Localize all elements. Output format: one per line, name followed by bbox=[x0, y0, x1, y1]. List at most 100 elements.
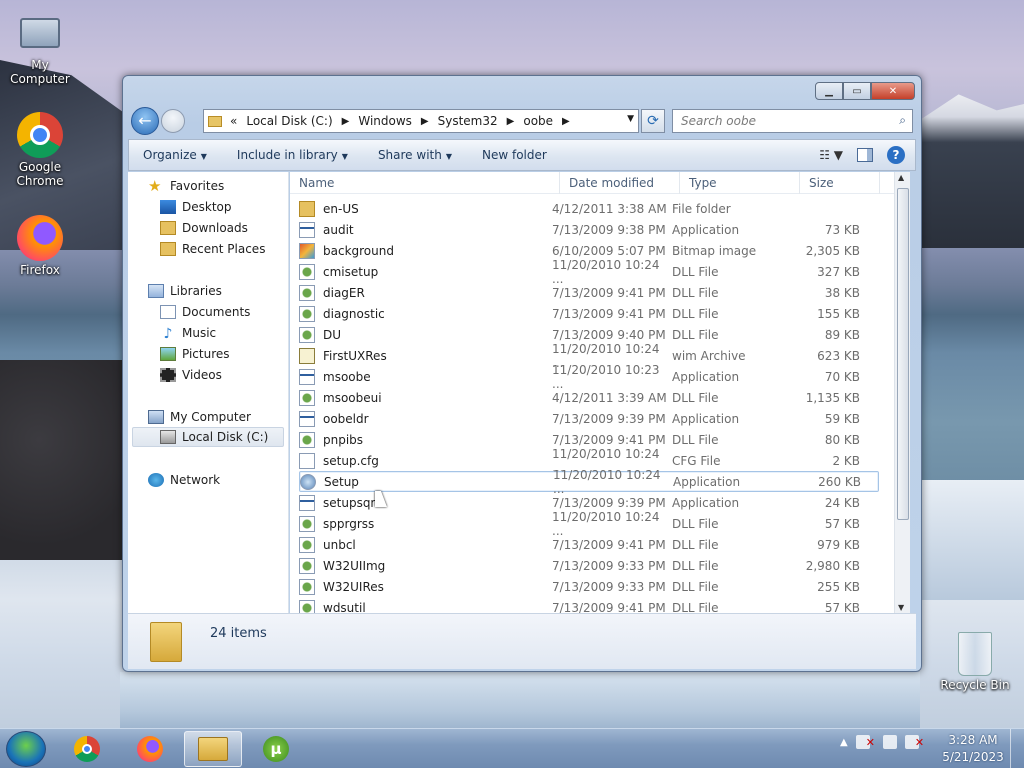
desktop-icon-my-computer[interactable]: My Computer bbox=[0, 10, 80, 86]
file-row[interactable]: Setup 11/20/2010 10:24 ... Application 260 … bbox=[299, 468, 879, 496]
refresh-button[interactable]: ⟳ bbox=[641, 109, 665, 133]
change-view-icon[interactable]: ☷ ▼ bbox=[819, 148, 843, 162]
file-size: 255 KB bbox=[817, 579, 860, 594]
include-in-library-label: Include in library bbox=[236, 148, 338, 162]
scrollbar-thumb[interactable] bbox=[897, 188, 909, 520]
file-size: 979 KB bbox=[817, 537, 860, 552]
nav-libraries[interactable]: Libraries bbox=[148, 281, 222, 301]
chevron-right-icon[interactable]: ▶ bbox=[342, 116, 350, 127]
file-type: DLL File bbox=[672, 600, 719, 614]
file-row[interactable]: unbcl 7/13/2009 9:41 PM DLL File 979 KB bbox=[299, 534, 879, 555]
file-date: 7/13/2009 9:41 PM bbox=[552, 285, 666, 300]
file-size: 70 KB bbox=[824, 369, 860, 384]
file-name: diagnostic bbox=[323, 306, 385, 321]
chevron-down-icon: ▼ bbox=[445, 152, 452, 161]
file-name-cell: oobeldr bbox=[299, 410, 552, 427]
file-row[interactable]: en-US 4/12/2011 3:38 AM File folder bbox=[299, 198, 879, 219]
breadcrumb-oobe[interactable]: oobe ▶ bbox=[523, 114, 569, 128]
file-row[interactable]: spprgrss 11/20/2010 10:24 ... DLL File 57 K… bbox=[299, 510, 879, 538]
nav-label: Network bbox=[170, 473, 221, 487]
chevron-down-icon: ▼ bbox=[341, 152, 348, 161]
file-name-cell: pnpibs bbox=[299, 431, 552, 448]
nav-pictures[interactable]: Pictures bbox=[160, 344, 230, 364]
help-icon[interactable]: ? bbox=[887, 146, 905, 164]
nav-my-computer[interactable]: My Computer bbox=[148, 407, 251, 427]
file-row[interactable]: oobeldr 7/13/2009 9:39 PM Application 59 KB bbox=[299, 408, 879, 429]
nav-local-disk[interactable]: Local Disk (C:) bbox=[132, 427, 284, 447]
file-name: spprgrss bbox=[323, 516, 375, 531]
scroll-up-icon[interactable]: ▲ bbox=[898, 173, 904, 182]
file-row[interactable]: audit 7/13/2009 9:38 PM Application 73 KB bbox=[299, 219, 879, 240]
desktop-icon-firefox[interactable]: Firefox bbox=[0, 215, 80, 277]
search-box[interactable]: Search oobe ⌕ bbox=[672, 109, 913, 133]
minimize-button[interactable]: ▁ bbox=[815, 82, 843, 100]
file-name: cmisetup bbox=[323, 264, 379, 279]
column-header-date[interactable]: Date modified bbox=[560, 172, 680, 194]
clock[interactable]: 3:28 AM 5/21/2023 bbox=[940, 732, 1006, 766]
close-button[interactable]: ✕ bbox=[871, 82, 915, 100]
chevron-right-icon[interactable]: ▶ bbox=[507, 116, 515, 127]
organize-label: Organize bbox=[143, 148, 197, 162]
file-size: 59 KB bbox=[824, 411, 860, 426]
taskbar-utorrent[interactable]: µ bbox=[247, 731, 305, 767]
column-header-name[interactable]: Name bbox=[290, 172, 560, 194]
pictures-icon bbox=[160, 347, 176, 361]
search-icon[interactable]: ⌕ bbox=[899, 113, 906, 128]
column-header-size[interactable]: Size bbox=[800, 172, 880, 194]
organize-button[interactable]: Organize ▼ bbox=[143, 148, 207, 162]
chevron-right-icon[interactable]: ▶ bbox=[421, 116, 429, 127]
dll-file-icon bbox=[299, 305, 315, 322]
app-file-icon bbox=[299, 410, 315, 427]
back-button[interactable]: ← bbox=[131, 107, 159, 135]
file-row[interactable]: msoobe 11/20/2010 10:23 ... Application 70 … bbox=[299, 363, 879, 391]
nav-documents[interactable]: Documents bbox=[160, 302, 250, 322]
file-row[interactable]: diagER 7/13/2009 9:41 PM DLL File 38 KB bbox=[299, 282, 879, 303]
nav-downloads[interactable]: Downloads bbox=[160, 218, 248, 238]
nav-recent-places[interactable]: Recent Places bbox=[160, 239, 265, 259]
maximize-button[interactable]: ▭ bbox=[843, 82, 871, 100]
show-desktop-button[interactable] bbox=[1010, 729, 1024, 769]
address-bar[interactable]: « Local Disk (C:) ▶ Windows ▶ System32 ▶ oo… bbox=[203, 109, 639, 133]
nav-videos[interactable]: Videos bbox=[160, 365, 222, 385]
file-row[interactable]: wdsutil 7/13/2009 9:41 PM DLL File 57 KB bbox=[299, 597, 879, 613]
nav-favorites[interactable]: ★ Favorites bbox=[148, 176, 224, 196]
network-icon[interactable] bbox=[882, 735, 897, 749]
file-row[interactable]: W32UIImg 7/13/2009 9:33 PM DLL File 2,980 K… bbox=[299, 555, 879, 576]
file-row[interactable]: cmisetup 11/20/2010 10:24 ... DLL File 327 … bbox=[299, 258, 879, 286]
wallpaper-ice-bottom bbox=[120, 672, 920, 728]
breadcrumb-system32[interactable]: System32 ▶ bbox=[438, 114, 515, 128]
breadcrumb-windows[interactable]: Windows ▶ bbox=[358, 114, 428, 128]
share-with-button[interactable]: Share with ▼ bbox=[378, 148, 452, 162]
file-name-cell: unbcl bbox=[299, 536, 552, 553]
nav-network[interactable]: Network bbox=[148, 470, 220, 490]
include-in-library-button[interactable]: Include in library ▼ bbox=[237, 148, 348, 162]
error-badge-icon: ✕ bbox=[914, 735, 925, 749]
desktop-icon-label: Recycle Bin bbox=[940, 678, 1010, 692]
chevron-right-icon[interactable]: ▶ bbox=[562, 116, 570, 127]
show-hidden-icons[interactable]: ▲ bbox=[840, 737, 848, 748]
preview-pane-icon[interactable] bbox=[857, 148, 873, 162]
taskbar-explorer[interactable] bbox=[184, 731, 242, 767]
file-row[interactable]: diagnostic 7/13/2009 9:41 PM DLL File 155 K… bbox=[299, 303, 879, 324]
new-folder-button[interactable]: New folder bbox=[482, 148, 547, 162]
column-header-type[interactable]: Type bbox=[680, 172, 800, 194]
file-row[interactable]: W32UIRes 7/13/2009 9:33 PM DLL File 255 KB bbox=[299, 576, 879, 597]
taskbar-chrome[interactable] bbox=[58, 731, 116, 767]
forward-button[interactable] bbox=[161, 109, 185, 133]
address-dropdown-icon[interactable]: ▼ bbox=[627, 114, 634, 124]
desktop-icon-recycle-bin[interactable]: Recycle Bin bbox=[935, 632, 1015, 692]
taskbar-firefox[interactable] bbox=[121, 731, 179, 767]
nav-desktop[interactable]: Desktop bbox=[160, 197, 232, 217]
file-size: 57 KB bbox=[824, 516, 860, 531]
nav-music[interactable]: ♪ Music bbox=[160, 323, 217, 343]
file-row[interactable]: msoobeui 4/12/2011 3:39 AM DLL File 1,135 K… bbox=[299, 387, 879, 408]
desktop-icon-google-chrome[interactable]: Google Chrome bbox=[0, 112, 80, 188]
vertical-scrollbar[interactable]: ▲ ▼ bbox=[894, 172, 910, 613]
breadcrumb-overflow[interactable]: « bbox=[230, 114, 237, 128]
windows-start-icon[interactable] bbox=[6, 731, 46, 767]
breadcrumb-local-disk[interactable]: Local Disk (C:) ▶ bbox=[246, 114, 349, 128]
app-file-icon bbox=[299, 494, 315, 511]
breadcrumb-label: System32 bbox=[437, 114, 498, 128]
scroll-down-icon[interactable]: ▼ bbox=[898, 603, 904, 612]
file-date: 7/13/2009 9:41 PM bbox=[552, 306, 666, 321]
